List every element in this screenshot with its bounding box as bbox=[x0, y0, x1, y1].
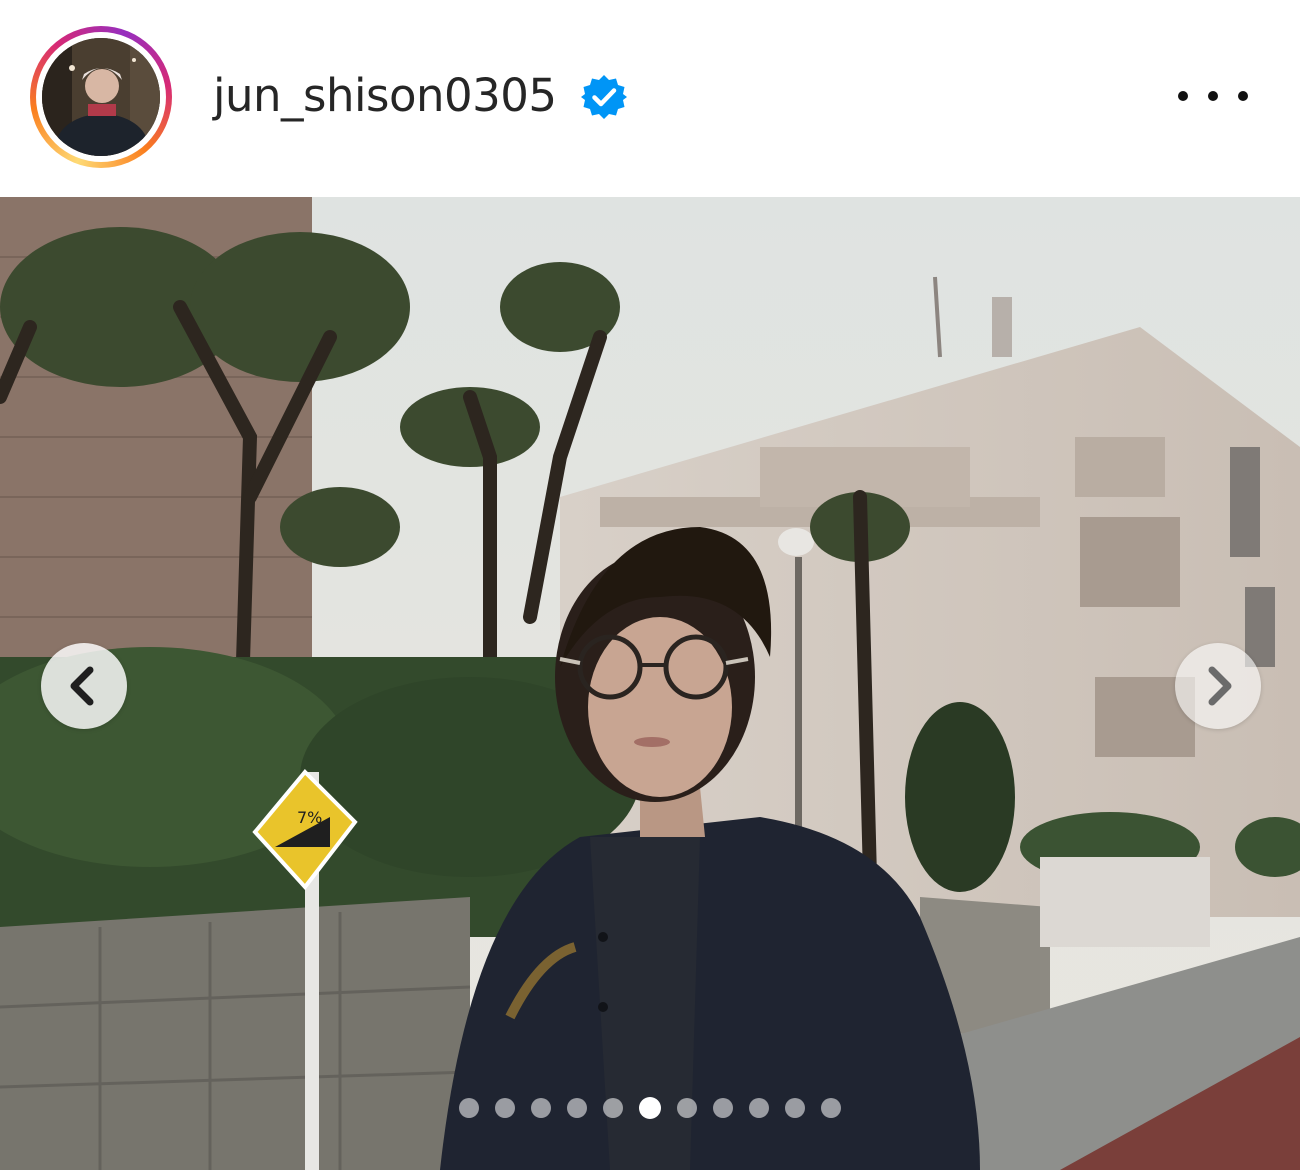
carousel-dot bbox=[459, 1098, 479, 1118]
avatar-frame bbox=[36, 32, 166, 162]
sign-text: 7% bbox=[297, 808, 322, 827]
carousel-prev-button[interactable] bbox=[41, 643, 127, 729]
carousel-indicator bbox=[459, 1097, 841, 1119]
carousel-dot bbox=[603, 1098, 623, 1118]
carousel-dot bbox=[713, 1098, 733, 1118]
more-options-button[interactable] bbox=[1178, 73, 1248, 119]
carousel-next-button[interactable] bbox=[1175, 643, 1261, 729]
more-dot bbox=[1238, 91, 1248, 101]
more-dot bbox=[1208, 91, 1218, 101]
carousel-dot-active bbox=[639, 1097, 661, 1119]
post-photo[interactable]: 7% bbox=[0, 197, 1300, 1170]
carousel-dot bbox=[495, 1098, 515, 1118]
avatar-image bbox=[42, 38, 160, 156]
post-header: jun_shison0305 bbox=[0, 0, 1300, 197]
carousel-dot bbox=[677, 1098, 697, 1118]
avatar[interactable] bbox=[42, 38, 160, 156]
carousel-dot bbox=[567, 1098, 587, 1118]
photo-scene: 7% bbox=[0, 197, 1300, 1170]
chevron-left-icon bbox=[70, 666, 94, 706]
verified-badge-icon bbox=[581, 75, 627, 119]
carousel-dot bbox=[785, 1098, 805, 1118]
more-dot bbox=[1178, 91, 1188, 101]
carousel-dot bbox=[821, 1098, 841, 1118]
chevron-right-icon bbox=[1208, 666, 1232, 706]
story-ring[interactable] bbox=[30, 26, 172, 168]
carousel-dot bbox=[531, 1098, 551, 1118]
username-link[interactable]: jun_shison0305 bbox=[213, 66, 557, 126]
carousel-dot bbox=[749, 1098, 769, 1118]
